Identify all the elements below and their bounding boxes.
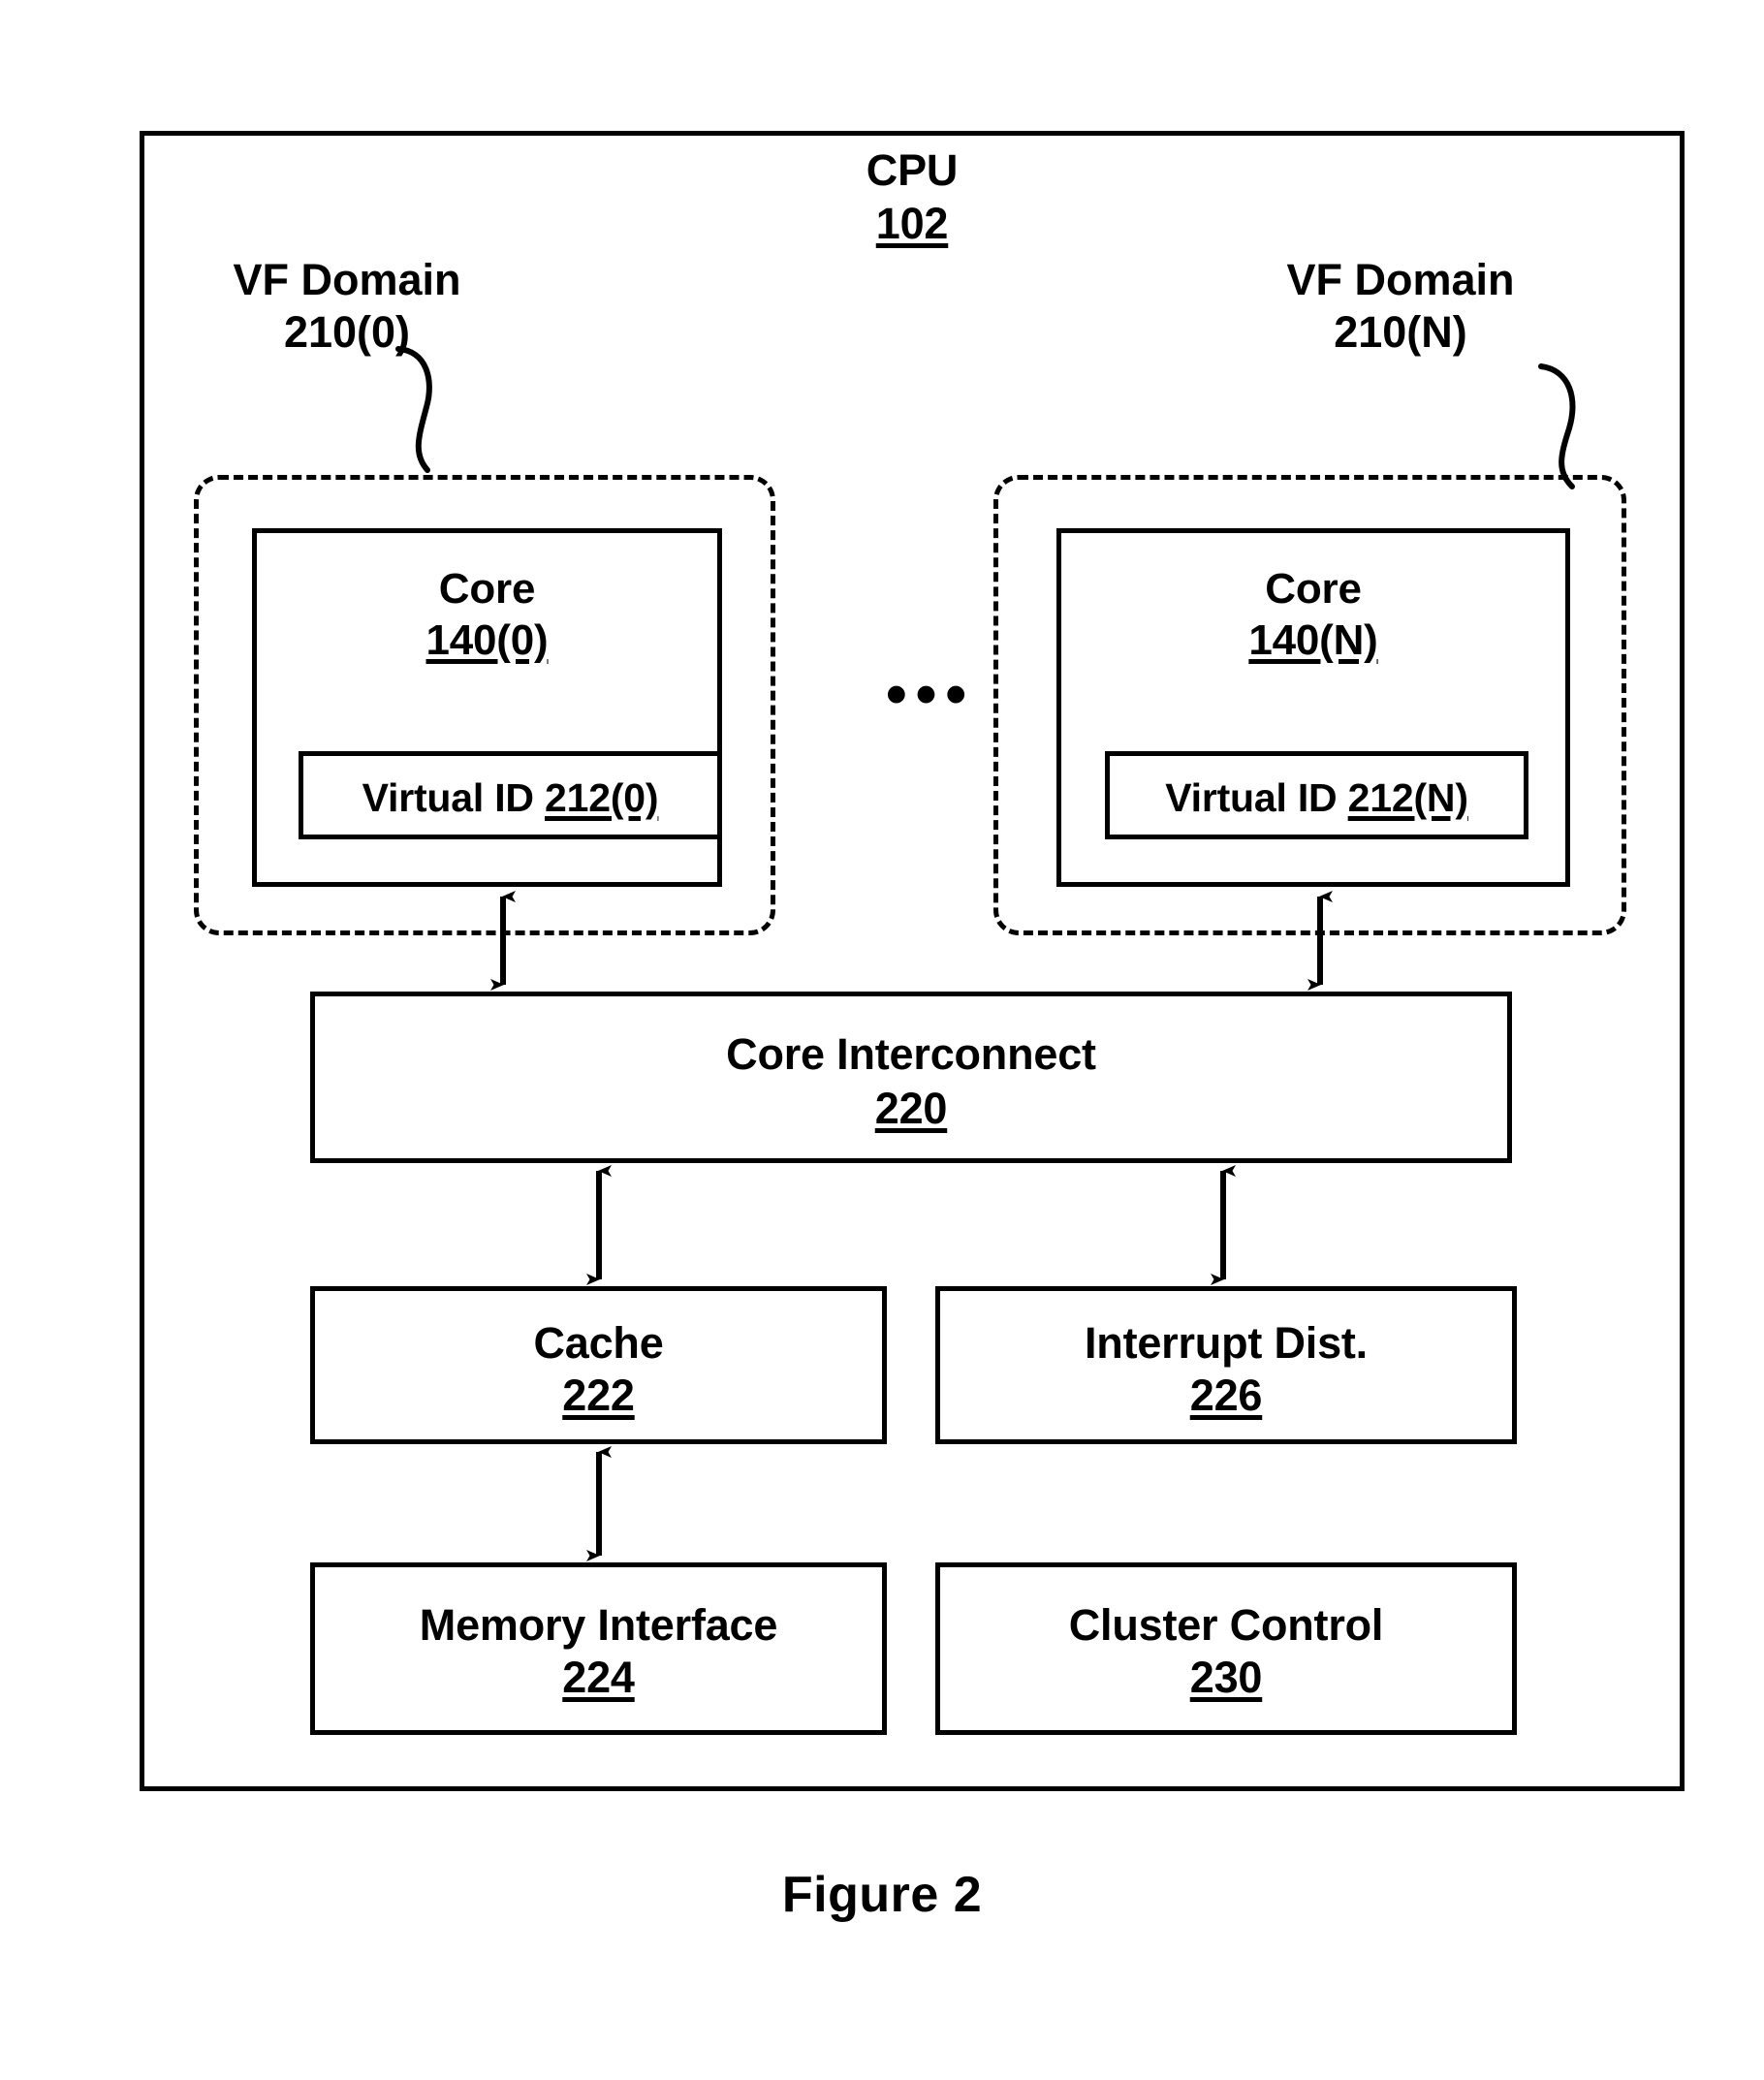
virtual-id-0-box: Virtual ID 212(0) — [299, 751, 722, 839]
virtual-id-0-label: Virtual ID — [362, 775, 546, 820]
vf-domain-0-label-line1: VF Domain — [233, 255, 461, 304]
figure-caption: Figure 2 — [781, 1867, 983, 1923]
vf-domain-0-label: VF Domain 210(0) — [192, 254, 502, 359]
vf-domain-n-label-line1: VF Domain — [1286, 255, 1515, 304]
virtual-id-0-reference-number: 212(0) — [545, 775, 659, 820]
vf-domain-n-label: VF Domain 210(N) — [1241, 254, 1560, 359]
memory-interface-title: Memory Interface — [419, 1600, 778, 1650]
core-ellipsis: ••• — [885, 661, 976, 728]
cluster-control-title: Cluster Control — [1068, 1600, 1384, 1650]
cluster-control-box: Cluster Control 230 — [935, 1562, 1517, 1735]
virtual-id-n-box: Virtual ID 212(N) — [1105, 751, 1528, 839]
cpu-boundary-box — [140, 131, 1685, 1791]
figure-canvas: CPU 102 VF Domain 210(0) VF Domain 210(N… — [0, 0, 1764, 2080]
cache-reference-number: 222 — [562, 1371, 635, 1420]
virtual-id-n-reference-number: 212(N) — [1347, 775, 1468, 820]
core-0-title: Core — [438, 565, 536, 613]
memory-interface-reference-number: 224 — [562, 1653, 635, 1702]
interrupt-dist-box: Interrupt Dist. 226 — [935, 1286, 1517, 1444]
virtual-id-n-label: Virtual ID — [1165, 775, 1348, 820]
vf-domain-n-label-line2: 210(N) — [1334, 307, 1467, 357]
core-0-reference-number: 140(0) — [425, 616, 549, 664]
memory-interface-box: Memory Interface 224 — [310, 1562, 887, 1735]
cpu-reference-number: 102 — [875, 199, 949, 248]
cluster-control-reference-number: 230 — [1189, 1653, 1263, 1702]
interrupt-dist-title: Interrupt Dist. — [1084, 1318, 1368, 1368]
core-interconnect-reference-number: 220 — [874, 1084, 948, 1133]
cpu-title: CPU — [866, 145, 959, 195]
core-interconnect-title: Core Interconnect — [726, 1029, 1096, 1079]
cache-title: Cache — [533, 1318, 664, 1368]
interrupt-dist-reference-number: 226 — [1189, 1371, 1263, 1420]
virtual-id-0-text: Virtual ID 212(0) — [303, 775, 717, 822]
vf-domain-0-label-line2: 210(0) — [283, 307, 411, 357]
cache-box: Cache 222 — [310, 1286, 887, 1444]
virtual-id-n-text: Virtual ID 212(N) — [1110, 775, 1524, 822]
core-n-reference-number: 140(N) — [1248, 616, 1378, 664]
core-interconnect-box: Core Interconnect 220 — [310, 992, 1512, 1163]
core-n-title: Core — [1265, 565, 1362, 613]
